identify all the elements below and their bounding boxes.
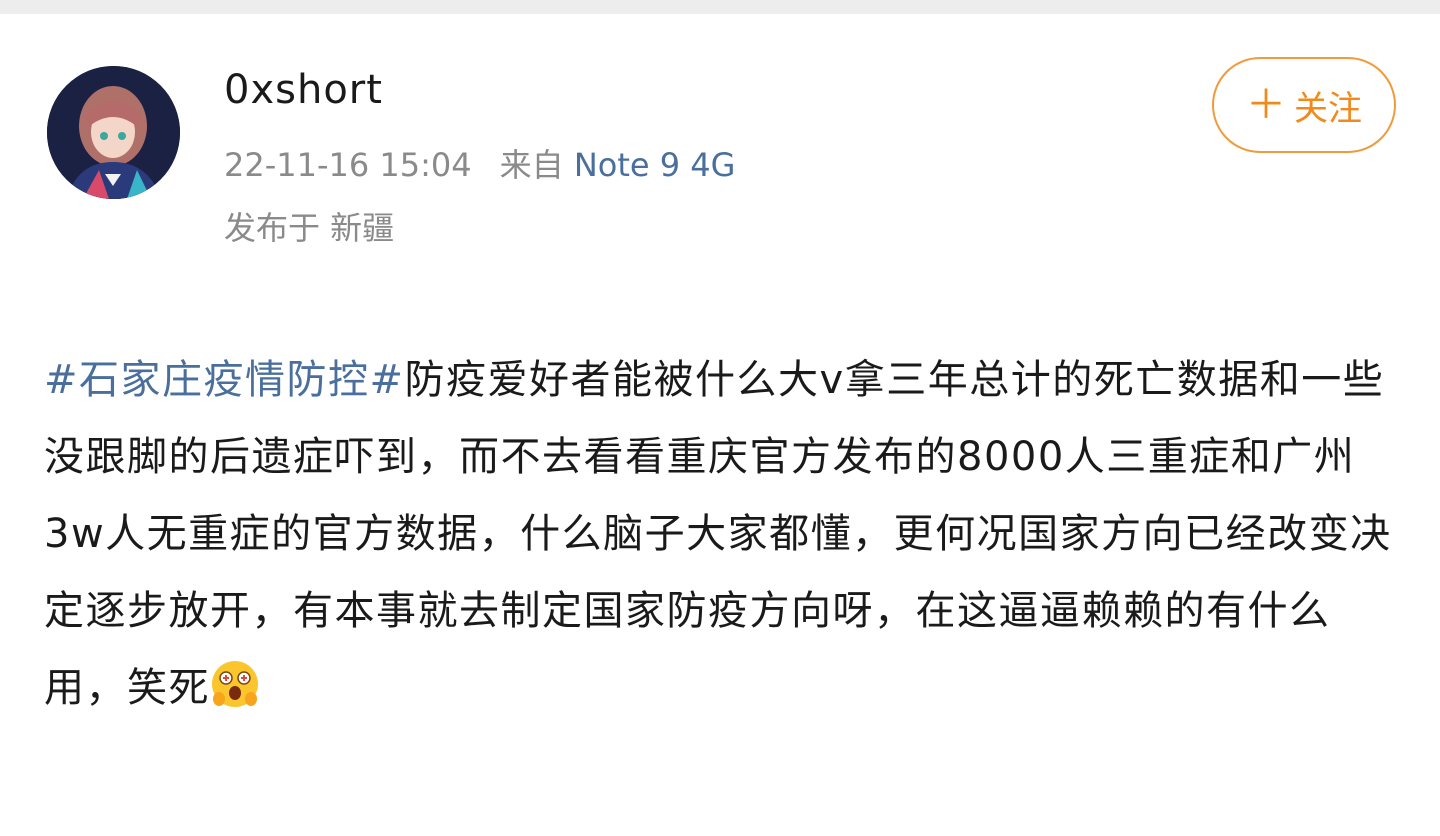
post-location: 发布于 新疆 [224,209,395,247]
shocked-face-emoji [212,661,258,707]
author-avatar[interactable] [47,66,180,199]
post-timestamp: 22-11-16 15:04 [224,146,472,184]
post-meta: 22-11-16 15:04 来自 Note 9 4G [224,145,735,185]
plus-icon: ＋ [1246,82,1286,128]
post-device[interactable]: Note 9 4G [574,146,736,184]
source-prefix: 来自 [499,146,564,184]
author-username[interactable]: 0xshort [224,66,383,114]
post-body: #石家庄疫情防控#防疫爱好者能被什么大v拿三年总计的死亡数据和一些没跟脚的后遗症… [44,342,1400,727]
follow-button[interactable]: ＋ 关注 [1212,57,1396,153]
post-text: 防疫爱好者能被什么大v拿三年总计的死亡数据和一些没跟脚的后遗症吓到，而不去看看重… [44,357,1392,711]
top-status-strip [0,0,1440,14]
avatar-image [47,66,180,199]
post-hashtag[interactable]: #石家庄疫情防控# [44,357,405,403]
follow-button-label: 关注 [1294,88,1362,129]
